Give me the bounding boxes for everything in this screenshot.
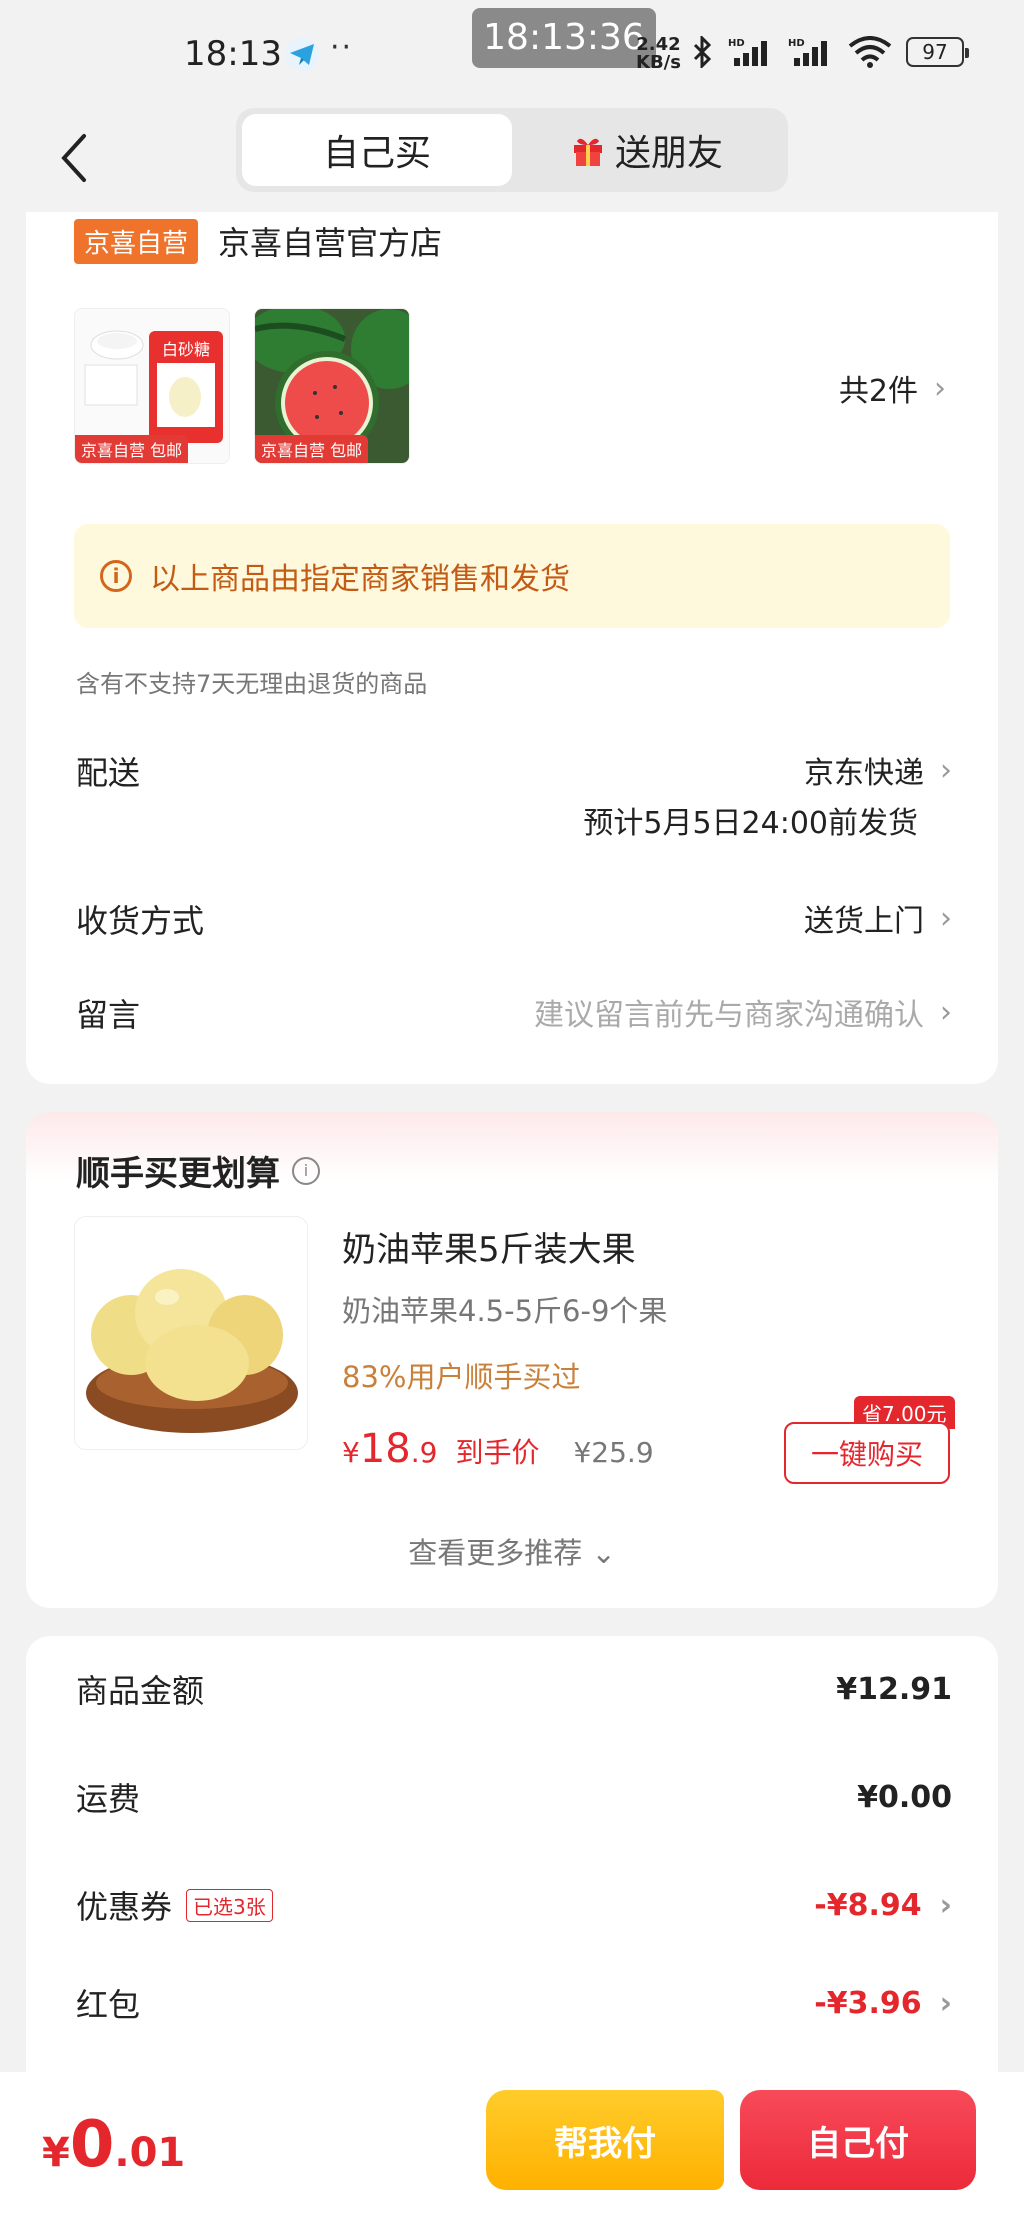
status-time: 18:13 [184,34,282,74]
info-icon[interactable]: i [292,1156,320,1185]
status-icons: HD HD 97 [692,36,969,68]
chevron-right-icon: › [939,1985,952,2021]
one-click-buy-button[interactable]: 一键购买 [784,1422,950,1484]
receive-label: 收货方式 [76,902,205,940]
chevron-right-icon: › [939,1887,952,1923]
purchase-mode-tabs: 自己买 送朋友 [236,108,788,192]
final-price-label: 到手价 [455,1436,540,1469]
item-count: 共2件 [838,374,918,409]
recommend-product-image[interactable] [74,1216,308,1450]
coupon-value: -¥8.94 [814,1887,922,1923]
shop-name: 京喜自营官方店 [218,224,443,262]
recommend-social-proof: 83%用户顺手买过 [342,1360,581,1394]
recommend-price: ¥18.9 到手价 ¥25.9 [342,1426,654,1472]
thumb-tag: 京喜自营 包邮 [255,435,369,463]
freight-value: ¥0.00 [857,1779,952,1815]
receive-value: 送货上门 [804,904,924,939]
battery-icon: 97 [906,37,969,67]
status-bar: 18:13 ·· 18:13:36 2.42 KB/s HD HD 97 [0,0,1024,108]
recommend-title: 顺手买更划算 i [76,1146,320,1195]
chevron-right-icon: › [940,994,952,1030]
item-count-row[interactable]: 共2件 › [839,366,946,410]
signal-icon-2: HD [788,38,827,66]
total-price: ¥ 0 .01 [42,2108,186,2182]
telegram-icon [285,37,319,71]
notice-text: 以上商品由指定商家销售和发货 [150,562,570,597]
order-card: 京喜自营 京喜自营官方店 白砂糖 京喜自营 包邮 京喜自营 包邮 共2件 › i… [26,212,998,1084]
svg-text:HD: HD [788,38,805,49]
potato-image [75,1217,307,1449]
goods-amount-row: 商品金额 ¥12.91 [76,1666,952,1712]
svg-text:白砂糖: 白砂糖 [162,340,210,359]
shop-badge: 京喜自营 [74,218,199,264]
total-integer: 0 [69,2108,115,2182]
goods-amount-value: ¥12.91 [836,1671,952,1707]
chevron-right-icon: › [940,900,952,936]
info-icon: i [100,560,132,592]
red-packet-label: 红包 [76,1986,141,2024]
clock-overlay: 18:13:36 [472,8,656,68]
delivery-estimate: 预计5月5日24:00前发货 [583,806,918,841]
bottom-pay-bar: ¥ 0 .01 帮我付 自己付 [0,2072,1024,2219]
chevron-right-icon: › [934,370,946,406]
chevron-down-icon: ⌄ [591,1536,616,1570]
red-packet-value: -¥3.96 [814,1985,922,2021]
header: 自己买 送朋友 [0,108,1024,212]
network-speed: 2.42 KB/s [636,34,681,73]
signal-icon: HD [728,38,767,66]
original-price: ¥25.9 [573,1436,654,1469]
back-icon[interactable] [50,128,100,188]
freight-row: 运费 ¥0.00 [76,1774,952,1820]
product-thumb-watermelon[interactable]: 京喜自营 包邮 [254,308,410,464]
merchant-notice: i 以上商品由指定商家销售和发货 [74,524,950,628]
more-recommend-link[interactable]: 查看更多推荐 ⌄ [26,1530,998,1572]
tab-gift-friend[interactable]: 送朋友 [512,114,782,186]
coupon-label: 优惠券 [76,1888,173,1926]
coupon-row[interactable]: 优惠券 已选3张 -¥8.94 › [76,1882,952,1928]
wifi-icon [848,36,892,68]
self-pay-button[interactable]: 自己付 [740,2090,976,2190]
more-notifications-icon: ·· [330,30,354,65]
svg-text:HD: HD [728,38,745,49]
bluetooth-icon [693,36,712,68]
message-label: 留言 [76,996,141,1034]
thumb-tag: 京喜自营 包邮 [75,435,189,463]
message-row[interactable]: 留言 建议留言前先与商家沟通确认 › [76,990,952,1036]
recommend-name[interactable]: 奶油苹果5斤装大果 [342,1222,636,1271]
red-packet-row[interactable]: 红包 -¥3.96 › [76,1980,952,2026]
total-decimal: .01 [114,2130,186,2176]
product-thumbs: 白砂糖 京喜自营 包邮 京喜自营 包邮 [74,308,410,464]
coupon-selected-tag: 已选3张 [186,1888,273,1922]
price-decimal: .9 [410,1436,438,1469]
goods-amount-label: 商品金额 [76,1672,205,1710]
delivery-value: 京东快递 [804,756,924,791]
chevron-right-icon: › [940,752,952,788]
recommend-spec: 奶油苹果4.5-5斤6-9个果 [342,1294,668,1328]
recommend-card: 顺手买更划算 i 奶油苹果5斤装大果 奶油苹果4.5-5斤6-9个果 83%用户… [26,1112,998,1608]
price-integer: 18 [359,1426,411,1472]
help-me-pay-button[interactable]: 帮我付 [486,2090,724,2190]
delivery-row[interactable]: 配送 京东快递 › [76,748,952,794]
message-placeholder: 建议留言前先与商家沟通确认 [534,998,924,1033]
freight-label: 运费 [76,1780,141,1818]
return-policy-note: 含有不支持7天无理由退货的商品 [76,670,428,698]
product-thumb-sugar[interactable]: 白砂糖 京喜自营 包邮 [74,308,230,464]
delivery-label: 配送 [76,754,141,792]
receive-method-row[interactable]: 收货方式 送货上门 › [76,896,952,942]
tab-buy-self[interactable]: 自己买 [242,114,512,186]
gift-icon [573,138,602,166]
shop-row[interactable]: 京喜自营 京喜自营官方店 [74,218,442,264]
